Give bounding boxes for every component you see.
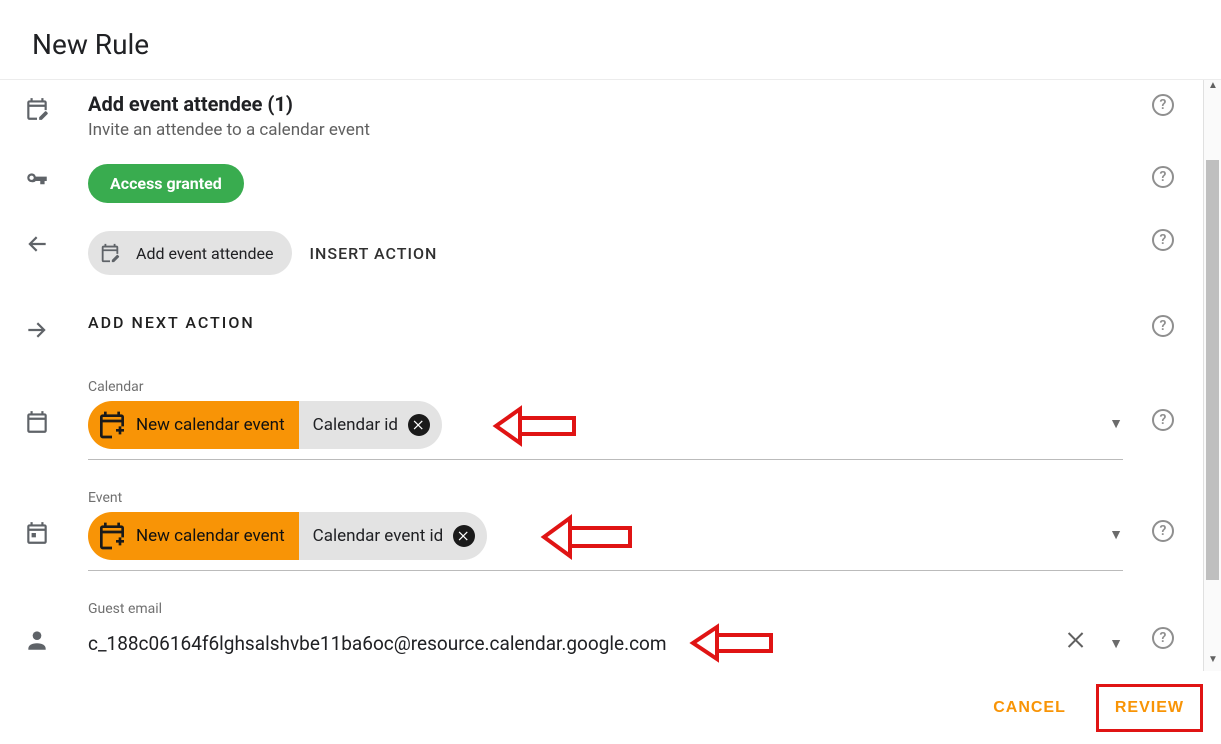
- summary-desc: Invite an attendee to a calendar event: [88, 120, 1123, 140]
- title-bar: New Rule: [0, 0, 1221, 80]
- event-field-label: Event: [88, 490, 1123, 506]
- calendar-edit-icon: [92, 235, 128, 271]
- help-icon[interactable]: ?: [1152, 94, 1174, 116]
- event-field-input[interactable]: New calendar event Calendar event id ▼: [88, 512, 1123, 571]
- chip-remove-icon[interactable]: [408, 414, 430, 436]
- help-icon[interactable]: ?: [1152, 166, 1174, 188]
- rule-content: Add event attendee (1) Invite an attende…: [0, 80, 1203, 671]
- clear-icon[interactable]: [1065, 628, 1089, 659]
- calendar-field-input[interactable]: New calendar event Calendar id ▼: [88, 401, 1123, 460]
- event-chip-source[interactable]: New calendar event: [88, 512, 299, 560]
- person-icon: [24, 627, 50, 657]
- help-icon[interactable]: ?: [1152, 315, 1174, 337]
- footer: CANCEL REVIEW: [0, 671, 1221, 744]
- add-next-action-row: ADD NEXT ACTION ?: [0, 287, 1203, 367]
- access-granted-chip[interactable]: Access granted: [88, 164, 244, 203]
- insert-action-caption: INSERT ACTION: [310, 244, 438, 263]
- chip-remove-icon[interactable]: [453, 525, 475, 547]
- calendar-edit-icon: [24, 96, 50, 126]
- event-field-row: Event New calendar event C: [0, 472, 1203, 583]
- dropdown-caret-icon[interactable]: ▼: [1109, 526, 1123, 543]
- scrollbar[interactable]: ▲ ▼: [1203, 80, 1221, 671]
- add-next-action-caption: ADD NEXT ACTION: [88, 313, 255, 332]
- page-title: New Rule: [32, 28, 1189, 61]
- scroll-up-icon[interactable]: ▲: [1208, 80, 1218, 91]
- arrow-right-icon: [24, 317, 50, 347]
- help-icon[interactable]: ?: [1152, 409, 1174, 431]
- insert-action-chip-label: Add event attendee: [136, 244, 274, 263]
- calendar-day-icon: [24, 520, 50, 550]
- guest-email-input[interactable]: c_188c06164f6lghsalshvbe11ba6oc@resource…: [88, 623, 1123, 663]
- guest-email-label: Guest email: [88, 601, 1123, 617]
- calendar-field-label: Calendar: [88, 379, 1123, 395]
- cancel-button[interactable]: CANCEL: [977, 687, 1082, 729]
- calendar-chip-source[interactable]: New calendar event: [88, 401, 299, 449]
- dropdown-caret-icon[interactable]: ▼: [1109, 635, 1123, 652]
- access-row: Access granted ?: [0, 152, 1203, 215]
- calendar-chip-source-label: New calendar event: [136, 415, 285, 435]
- help-icon[interactable]: ?: [1152, 229, 1174, 251]
- calendar-plus-icon: [96, 520, 128, 552]
- calendar-chip-prop[interactable]: Calendar id: [299, 401, 442, 449]
- event-chip-prop[interactable]: Calendar event id: [299, 512, 488, 560]
- summary-row: Add event attendee (1) Invite an attende…: [0, 80, 1203, 152]
- review-highlight: REVIEW: [1096, 684, 1203, 732]
- insert-action-chip[interactable]: Add event attendee: [88, 231, 292, 275]
- event-chip-prop-label: Calendar event id: [313, 526, 444, 546]
- scrollbar-thumb[interactable]: [1206, 160, 1219, 580]
- guest-email-row: Guest email c_188c06164f6lghsalshvbe11ba…: [0, 583, 1203, 663]
- event-chip-source-label: New calendar event: [136, 526, 285, 546]
- calendar-chip-prop-label: Calendar id: [313, 415, 398, 435]
- help-icon[interactable]: ?: [1152, 520, 1174, 542]
- calendar-plus-icon: [96, 409, 128, 441]
- annotation-arrow-icon: [689, 623, 779, 663]
- scroll-down-icon[interactable]: ▼: [1208, 654, 1218, 665]
- arrow-left-icon: [24, 231, 50, 261]
- key-icon: [24, 168, 50, 198]
- help-icon[interactable]: ?: [1152, 627, 1174, 649]
- dropdown-caret-icon[interactable]: ▼: [1109, 415, 1123, 432]
- calendar-field-row: Calendar New calendar event: [0, 367, 1203, 472]
- guest-email-value: c_188c06164f6lghsalshvbe11ba6oc@resource…: [88, 632, 667, 655]
- calendar-icon: [24, 409, 50, 439]
- insert-action-row: Add event attendee INSERT ACTION ?: [0, 215, 1203, 287]
- review-button[interactable]: REVIEW: [1099, 687, 1200, 729]
- summary-title: Add event attendee (1): [88, 92, 1123, 116]
